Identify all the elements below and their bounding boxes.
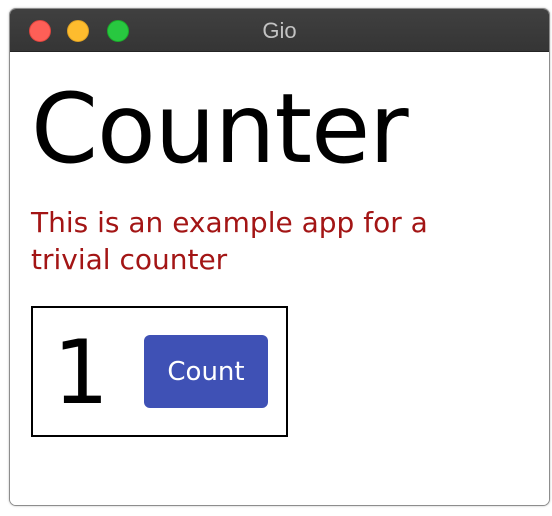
- counter-value: 1: [53, 321, 109, 424]
- count-button[interactable]: Count: [144, 335, 268, 408]
- page-title: Counter: [31, 73, 409, 185]
- title-bar[interactable]: Gio: [10, 9, 549, 52]
- app-description: This is an example app for a trivial cou…: [31, 206, 428, 276]
- app-window: Gio Counter This is an example app for a…: [9, 8, 550, 506]
- counter-panel: 1 Count: [31, 306, 288, 437]
- window-title: Gio: [262, 18, 297, 43]
- app-content: Counter This is an example app for a tri…: [10, 52, 549, 505]
